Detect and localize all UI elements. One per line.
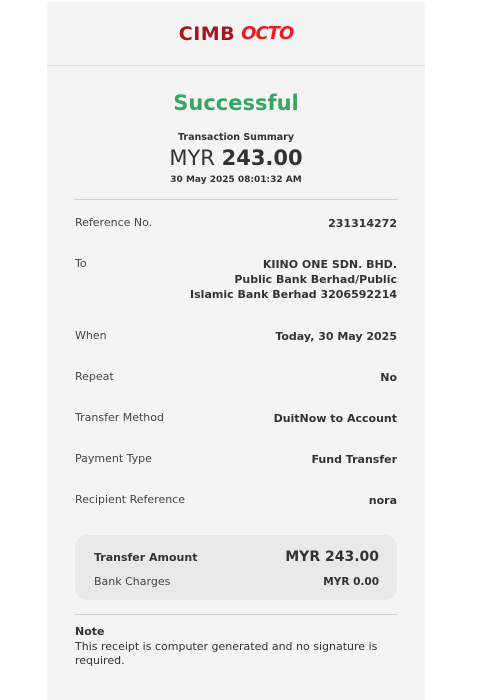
payment-type-value: Fund Transfer bbox=[311, 453, 397, 466]
totals-box: Transfer Amount MYR 243.00 Bank Charges … bbox=[75, 535, 397, 600]
to-value: KIINO ONE SDN. BHD. Public Bank Berhad/P… bbox=[190, 257, 397, 302]
amount-value: 243.00 bbox=[221, 146, 303, 170]
detail-row-to: To KIINO ONE SDN. BHD. Public Bank Berha… bbox=[75, 257, 397, 302]
to-line-2: Public Bank Berhad/Public bbox=[234, 273, 397, 286]
reference-label: Reference No. bbox=[75, 216, 153, 229]
detail-row-when: When Today, 30 May 2025 bbox=[75, 329, 397, 344]
payment-type-label: Payment Type bbox=[75, 452, 152, 465]
note-section: Note This receipt is computer generated … bbox=[75, 625, 397, 668]
when-value: Today, 30 May 2025 bbox=[275, 330, 397, 343]
to-label: To bbox=[75, 257, 87, 270]
to-line-1: KIINO ONE SDN. BHD. bbox=[262, 258, 397, 271]
logo-product: OCTO bbox=[241, 23, 294, 44]
note-text: This receipt is computer generated and n… bbox=[75, 640, 378, 667]
status-title: Successful bbox=[173, 91, 299, 115]
repeat-label: Repeat bbox=[75, 370, 114, 383]
when-label: When bbox=[75, 329, 107, 342]
detail-row-repeat: Repeat No bbox=[75, 370, 397, 385]
detail-row-recipient-reference: Recipient Reference nora bbox=[75, 493, 397, 508]
details-list: Reference No. 231314272 To KIINO ONE SDN… bbox=[75, 216, 397, 508]
amount-currency: MYR bbox=[169, 146, 215, 170]
bank-charges-row: Bank Charges MYR 0.00 bbox=[94, 575, 379, 588]
summary-label: Transaction Summary bbox=[177, 132, 295, 143]
note-title: Note bbox=[75, 625, 105, 638]
detail-row-transfer-method: Transfer Method DuitNow to Account bbox=[75, 411, 397, 426]
bank-charges-value: MYR 0.00 bbox=[323, 575, 379, 588]
detail-row-payment-type: Payment Type Fund Transfer bbox=[75, 452, 397, 467]
cimb-octo-logo: CIMB OCTO bbox=[178, 22, 295, 45]
transfer-method-label: Transfer Method bbox=[75, 411, 164, 424]
reference-value: 231314272 bbox=[328, 217, 397, 230]
transfer-method-value: DuitNow to Account bbox=[273, 412, 397, 425]
to-line-3: Islamic Bank Berhad 3206592214 bbox=[190, 288, 397, 301]
logo-brand: CIMB bbox=[178, 22, 236, 45]
app-header: CIMB OCTO bbox=[47, 2, 425, 66]
bank-charges-label: Bank Charges bbox=[94, 575, 171, 588]
divider bbox=[75, 199, 397, 200]
receipt-card: CIMB OCTO Successful Transaction Summary… bbox=[47, 2, 425, 700]
transaction-datetime: 30 May 2025 08:01:32 AM bbox=[170, 175, 302, 185]
recipient-reference-label: Recipient Reference bbox=[75, 493, 185, 506]
transfer-amount-value: MYR 243.00 bbox=[285, 549, 379, 565]
divider bbox=[75, 614, 397, 615]
repeat-value: No bbox=[380, 371, 397, 384]
recipient-reference-value: nora bbox=[368, 494, 397, 507]
transfer-amount-label: Transfer Amount bbox=[94, 550, 198, 564]
transfer-amount-row: Transfer Amount MYR 243.00 bbox=[94, 549, 379, 565]
summary-amount: MYR 243.00 bbox=[47, 146, 425, 170]
detail-row-reference: Reference No. 231314272 bbox=[75, 216, 397, 231]
